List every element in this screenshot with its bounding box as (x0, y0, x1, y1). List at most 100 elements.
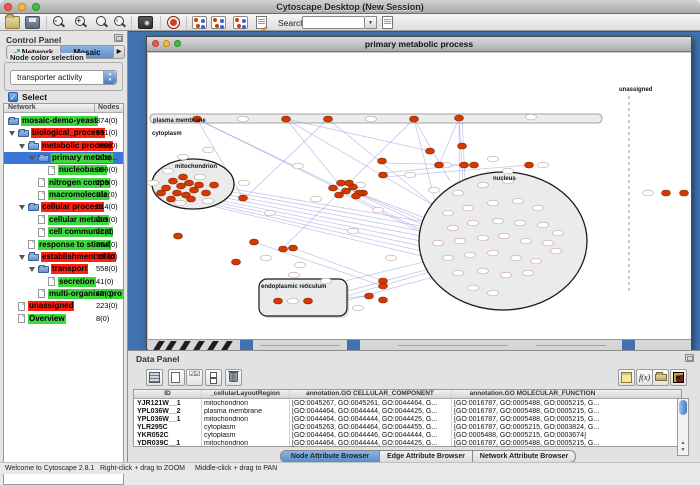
destroy-view-icon[interactable] (233, 16, 248, 29)
folder-icon (18, 130, 29, 137)
dropdown-stepper-icon[interactable]: ▲▼ (103, 71, 116, 84)
network-manager-icon[interactable] (192, 16, 207, 29)
tree-row[interactable]: biological_process651(0) (4, 127, 123, 139)
notes-icon[interactable] (618, 369, 635, 386)
table-cell[interactable]: [GO:0044464, GO:0044444, GO:0044425, G..… (292, 440, 450, 448)
tree-row[interactable]: multi-organism pro42(0) (4, 288, 123, 300)
tree-row[interactable]: unassigned223(0) (4, 300, 123, 312)
attribute-table-header[interactable]: ID_cellularLayoutRegionannotation.GO CEL… (134, 390, 681, 399)
expander-triangle-icon[interactable] (19, 205, 25, 210)
table-cell[interactable]: [GO:0016787, GO:0005488, GO:0005215, G..… (454, 440, 613, 448)
attribute-select-icon[interactable] (146, 369, 163, 386)
search-dropdown-icon[interactable]: ▼ (365, 16, 377, 29)
table-cell[interactable]: YKR052C (137, 432, 200, 440)
delete-attribute-trash-icon[interactable] (225, 369, 242, 386)
table-cell[interactable]: mitochondrion (204, 440, 288, 448)
table-cell[interactable]: YLR295C (137, 424, 200, 432)
table-cell[interactable]: cytoplasm (204, 424, 288, 432)
tree-row[interactable]: establishment of lo558(0) (4, 251, 123, 263)
function-builder-icon[interactable]: f(x) (636, 369, 653, 386)
table-cell[interactable]: YPL036W__2 (137, 408, 200, 416)
tree-row[interactable]: cellular metabo209(0) (4, 214, 123, 226)
new-attribute-icon[interactable] (168, 369, 185, 386)
table-cell[interactable]: [GO:0045267, GO:0045261, GO:0044464, G..… (292, 400, 450, 408)
snapshot-camera-icon[interactable] (138, 16, 153, 29)
table-cell[interactable]: [GO:0045263, GO:0044464, GO:0044455, G..… (292, 424, 450, 432)
expander-triangle-icon[interactable] (29, 156, 35, 161)
table-cell[interactable]: [GO:0044464, GO:0044444, GO:0044425, G..… (292, 416, 450, 424)
open-session-icon[interactable] (5, 16, 20, 29)
table-cell[interactable]: YJR121W__1 (137, 400, 200, 408)
table-cell[interactable]: [GO:0016787, GO:0005488, GO:0005215, G..… (454, 408, 613, 416)
attribute-table[interactable]: ID_cellularLayoutRegionannotation.GO CEL… (133, 389, 682, 447)
network-window-titlebar[interactable]: primary metabolic process (147, 37, 691, 52)
tree-row[interactable]: metabolic process280(0) (4, 140, 123, 152)
tree-row[interactable]: mosaic-demo-yeast874(0) (4, 115, 123, 127)
table-cell[interactable]: [GO:0016787, GO:0005215, GO:0003824, G..… (454, 424, 613, 432)
table-col-header[interactable]: _cellularLayoutRegion (201, 390, 289, 397)
expander-triangle-icon[interactable] (29, 267, 35, 272)
search-input[interactable] (302, 16, 365, 29)
strip-scroll-thumb[interactable] (622, 340, 635, 350)
search-config-icon[interactable] (382, 16, 393, 29)
tree-row[interactable]: macromolecule311(0) (4, 189, 123, 201)
tree-row[interactable]: nucleobase-209(0) (4, 164, 123, 176)
select-nodes-checkbox[interactable]: ✓ (8, 92, 18, 102)
zoom-out-icon[interactable]: - (52, 16, 65, 29)
create-view-icon[interactable] (211, 16, 226, 29)
attribute-checklist-icon[interactable]: ☑☑ (186, 369, 203, 386)
table-cell[interactable]: [GO:0044464, GO:0044444, GO:0044425, G..… (292, 408, 450, 416)
float-panel-icon[interactable] (114, 34, 123, 42)
table-cell[interactable]: [GO:0044464, GO:0044446, GO:0044444, G..… (292, 432, 450, 440)
tree-row[interactable]: response to stimul264(0) (4, 239, 123, 251)
table-cell[interactable]: [GO:0005488, GO:0005215, GO:0003674] (454, 432, 613, 440)
attribute-boxes-icon[interactable] (205, 369, 222, 386)
node-label-oval (515, 220, 526, 226)
node-color-dropdown[interactable]: transporter activity ▲▼ (10, 70, 117, 85)
leaf-icon (38, 178, 45, 187)
scroll-down-icon[interactable]: ▼ (678, 447, 688, 454)
tree-row[interactable]: cell communicat22(0) (4, 226, 123, 238)
expander-triangle-icon[interactable] (19, 255, 25, 260)
vizmapper-icon[interactable] (256, 16, 267, 29)
scrollbar-thumb[interactable] (679, 400, 687, 415)
table-cell[interactable]: YPL036W__1 (137, 416, 200, 424)
network-view-window[interactable]: primary metabolic process plasma membran… (146, 36, 692, 350)
expander-triangle-icon[interactable] (9, 131, 15, 136)
node-dot (235, 18, 239, 22)
strip-scroll-thumb[interactable] (240, 340, 253, 350)
expander-triangle-icon[interactable] (19, 144, 25, 149)
table-cell[interactable]: cytoplasm (204, 432, 288, 440)
table-col-header[interactable]: ID (134, 390, 201, 397)
tree-row[interactable]: transport558(0) (4, 263, 123, 275)
table-scrollbar[interactable]: ▲ ▼ (677, 398, 689, 456)
network-canvas[interactable]: plasma membranecytoplasmmitochondrionnuc… (148, 53, 691, 339)
zoom-fit-icon[interactable]: ▫ (113, 16, 126, 29)
save-session-icon[interactable] (25, 16, 40, 29)
table-cell[interactable]: YDR039C__1 (137, 440, 200, 448)
tree-row[interactable]: primary metabo209(... (4, 152, 123, 164)
tree-row[interactable]: secretion41(0) (4, 276, 123, 288)
float-data-panel-icon[interactable] (685, 354, 694, 362)
import-attributes-folder-icon[interactable] (652, 369, 669, 386)
tab-overflow-arrow[interactable]: ▶ (114, 45, 125, 59)
zoom-selected-icon[interactable] (95, 16, 108, 29)
tree-row[interactable]: Overview8(0) (4, 313, 123, 325)
table-cell[interactable]: [GO:0016787, GO:0005488, GO:0005215, G..… (454, 416, 613, 424)
table-cell[interactable]: mitochondrion (204, 416, 288, 424)
strip-scroll-thumb[interactable] (347, 340, 360, 350)
table-col-header[interactable]: annotation.GO CELLULAR_COMPONENT (289, 390, 451, 397)
node-label-oval (455, 238, 466, 244)
matrix-view-icon[interactable] (670, 369, 687, 386)
table-col-header[interactable]: annotation.GO MOLECULAR_FUNCTION (451, 390, 614, 397)
desktop-area: primary metabolic process plasma membran… (128, 31, 700, 350)
table-cell[interactable]: mitochondrion (204, 400, 288, 408)
tree-row[interactable]: cellular process614(0) (4, 201, 123, 213)
zoom-in-icon[interactable]: + (74, 16, 87, 29)
node-label-oval (175, 200, 186, 206)
table-cell[interactable]: [GO:0016787, GO:0005488, GO:0005215, G..… (454, 400, 613, 408)
help-lifesaver-icon[interactable] (167, 16, 180, 29)
scroll-up-icon[interactable]: ▲ (678, 440, 688, 447)
tree-row[interactable]: nitrogen compo209(0) (4, 177, 123, 189)
table-cell[interactable]: plasma membrane (204, 408, 288, 416)
